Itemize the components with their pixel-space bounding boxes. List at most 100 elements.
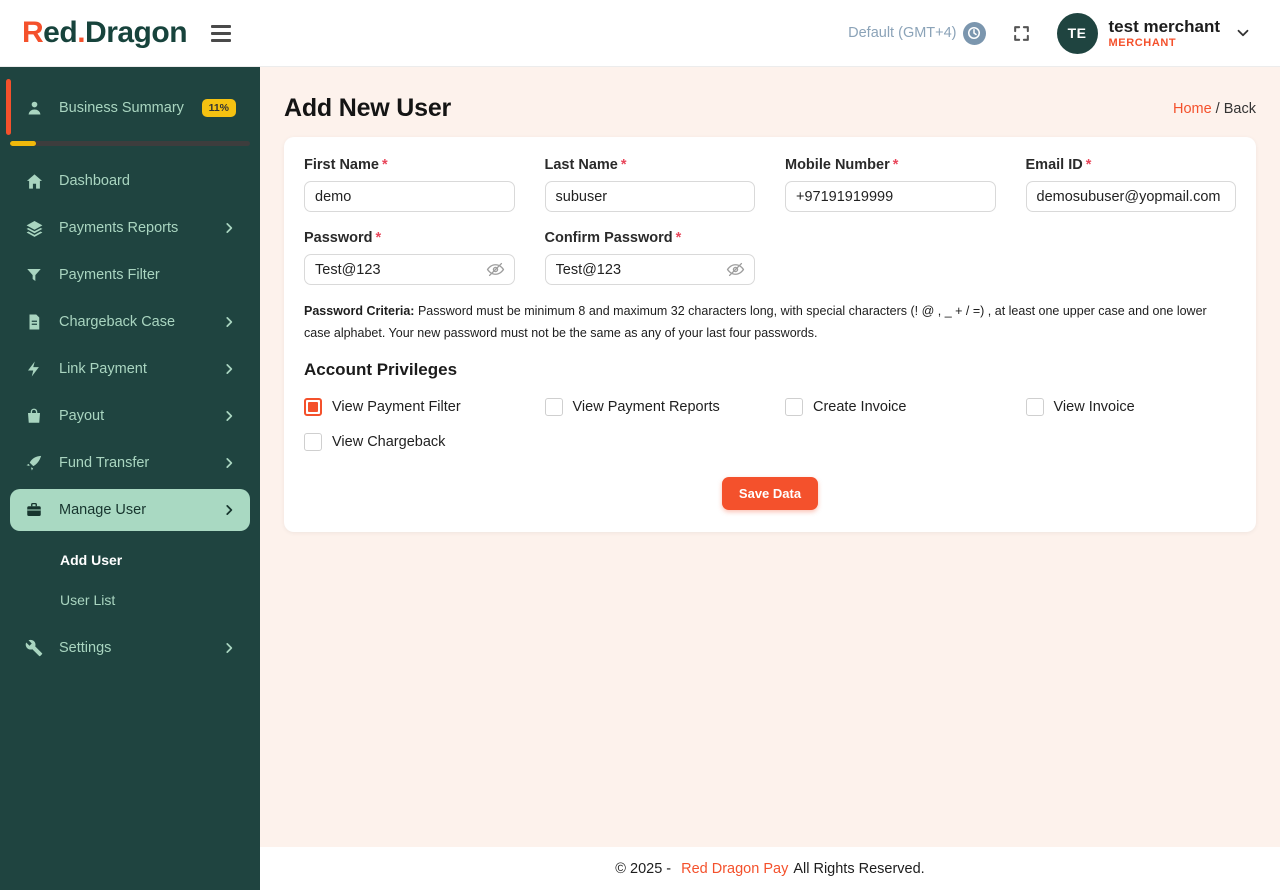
- footer-rights: All Rights Reserved.: [793, 860, 925, 877]
- sidebar-item-manage-user[interactable]: Manage User: [10, 489, 250, 531]
- fullscreen-icon[interactable]: [1012, 24, 1031, 43]
- user-name: test merchant: [1108, 16, 1220, 36]
- chevron-down-icon[interactable]: [1234, 24, 1252, 42]
- sidebar-subitem-user-list[interactable]: User List: [0, 580, 260, 620]
- checkbox-unchecked[interactable]: [785, 397, 803, 416]
- app-logo[interactable]: Red.Dragon: [22, 16, 188, 50]
- save-data-button[interactable]: Save Data: [721, 476, 819, 510]
- bolt-icon: [24, 360, 44, 378]
- password-criteria-label: Password Criteria:: [304, 304, 415, 318]
- field-label: Confirm Password *: [544, 230, 682, 246]
- footer-brand-link[interactable]: Red Dragon Pay: [681, 861, 788, 877]
- manage-user-submenu: Add User User List: [0, 536, 260, 622]
- sidebar-item-fund-transfer[interactable]: Fund Transfer: [10, 442, 250, 484]
- breadcrumb-separator: /: [1211, 100, 1224, 117]
- field-confirm-password: Confirm Password *: [544, 230, 755, 285]
- required-asterisk: *: [892, 157, 899, 173]
- sidebar-item-payments-filter[interactable]: Payments Filter: [10, 254, 250, 296]
- eye-off-icon[interactable]: [486, 260, 505, 279]
- sidebar-item-settings[interactable]: Settings: [10, 627, 250, 669]
- password-input[interactable]: [304, 254, 515, 285]
- sidebar: Business Summary 11% Dashboard Payments …: [0, 67, 260, 890]
- checkbox-checked[interactable]: [304, 397, 322, 416]
- timezone-label[interactable]: Default (GMT+4): [848, 25, 956, 41]
- field-email-id: Email ID *: [1025, 157, 1236, 212]
- field-label: Last Name *: [544, 157, 627, 173]
- active-indicator-bar: [6, 79, 11, 135]
- field-label: Mobile Number *: [785, 157, 899, 173]
- privilege-create-invoice[interactable]: Create Invoice: [785, 397, 996, 416]
- breadcrumb-home-link[interactable]: Home: [1173, 101, 1212, 117]
- privileges-grid: View Payment Filter View Payment Reports…: [304, 397, 1237, 451]
- privilege-label: View Invoice: [1053, 398, 1135, 415]
- user-menu[interactable]: test merchant MERCHANT: [1109, 16, 1220, 51]
- wrench-icon: [24, 639, 44, 657]
- privilege-view-payment-filter[interactable]: View Payment Filter: [304, 397, 515, 416]
- logo-part: .: [77, 16, 86, 49]
- checkbox-unchecked[interactable]: [304, 432, 322, 451]
- sidebar-item-payments-reports[interactable]: Payments Reports: [10, 207, 250, 249]
- sidebar-item-link-payment[interactable]: Link Payment: [10, 348, 250, 390]
- sidebar-item-label: Settings: [59, 640, 112, 656]
- home-icon: [24, 172, 44, 191]
- email-id-input[interactable]: [1025, 181, 1236, 212]
- footer: © 2025 - Red Dragon Pay All Rights Reser…: [260, 847, 1280, 890]
- privilege-label: View Payment Filter: [332, 398, 461, 415]
- field-last-name: Last Name *: [544, 157, 755, 212]
- sidebar-item-label: Fund Transfer: [59, 455, 150, 471]
- sidebar-subitem-add-user[interactable]: Add User: [0, 540, 260, 580]
- privilege-view-payment-reports[interactable]: View Payment Reports: [544, 397, 756, 416]
- page-title: Add New User: [284, 94, 452, 122]
- sidebar-item-chargeback-case[interactable]: Chargeback Case: [10, 301, 250, 343]
- user-role-badge: MERCHANT: [1108, 36, 1177, 49]
- field-password: Password *: [304, 230, 515, 285]
- chevron-right-icon: [222, 641, 236, 655]
- layers-icon: [24, 219, 44, 238]
- privilege-label: Create Invoice: [813, 398, 907, 415]
- sidebar-item-dashboard[interactable]: Dashboard: [10, 160, 250, 202]
- breadcrumb-back-link[interactable]: Back: [1224, 101, 1256, 117]
- top-header: Red.Dragon Default (GMT+4) TE test merch…: [0, 0, 1280, 67]
- mobile-number-input[interactable]: [785, 181, 996, 212]
- percent-badge: 11%: [201, 99, 236, 117]
- sidebar-item-payout[interactable]: Payout: [10, 395, 250, 437]
- logo-part: R: [22, 16, 44, 49]
- field-mobile-number: Mobile Number *: [785, 157, 996, 212]
- chevron-right-icon: [222, 456, 236, 470]
- confirm-password-input[interactable]: [544, 254, 755, 285]
- avatar[interactable]: TE: [1056, 12, 1098, 54]
- logo-part: Dragon: [85, 16, 188, 49]
- privilege-view-chargeback[interactable]: View Chargeback: [304, 432, 515, 451]
- checkbox-unchecked[interactable]: [1025, 397, 1044, 416]
- bag-icon: [24, 407, 44, 425]
- profile-progress-fill: [10, 141, 37, 146]
- sidebar-item-business-summary[interactable]: Business Summary 11%: [6, 79, 250, 135]
- last-name-input[interactable]: [544, 181, 755, 212]
- checkbox-unchecked[interactable]: [544, 397, 563, 416]
- sidebar-item-label: Payout: [59, 408, 105, 424]
- field-label: Password *: [304, 230, 382, 246]
- chevron-right-icon: [222, 221, 236, 235]
- password-criteria-text: Password Criteria: Password must be mini…: [304, 304, 1207, 340]
- required-asterisk: *: [381, 157, 388, 173]
- privilege-view-invoice[interactable]: View Invoice: [1025, 397, 1237, 416]
- briefcase-icon: [24, 501, 44, 519]
- footer-copyright: © 2025 -: [615, 860, 672, 877]
- clock-icon[interactable]: [962, 21, 986, 45]
- required-asterisk: *: [620, 157, 627, 173]
- sidebar-item-label: Business Summary: [59, 100, 184, 116]
- first-name-input[interactable]: [304, 181, 515, 212]
- required-asterisk: *: [1085, 157, 1092, 173]
- sidebar-item-label: Link Payment: [59, 361, 147, 377]
- main-content: Add New User Home / Back First Name* Las…: [260, 67, 1280, 890]
- sidebar-item-label: Manage User: [59, 502, 147, 518]
- breadcrumb: Home / Back: [1173, 101, 1256, 117]
- privilege-label: View Payment Reports: [572, 398, 720, 415]
- sidebar-item-label: Chargeback Case: [59, 314, 176, 330]
- sidebar-item-label: Dashboard: [59, 173, 130, 189]
- hamburger-icon[interactable]: [211, 24, 232, 42]
- chevron-right-icon: [222, 315, 236, 329]
- eye-off-icon[interactable]: [726, 260, 745, 279]
- funnel-icon: [24, 266, 44, 284]
- logo-part: ed: [43, 16, 78, 49]
